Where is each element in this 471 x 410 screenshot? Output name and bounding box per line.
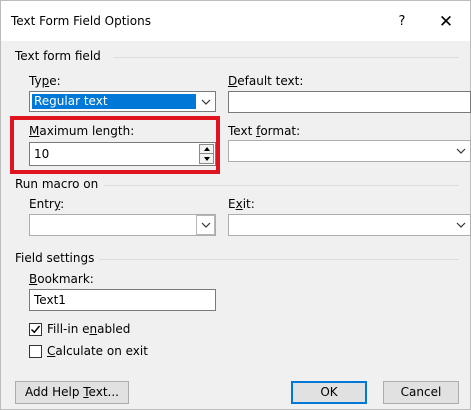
- entry-macro-select[interactable]: [29, 214, 216, 236]
- section-label-text-form-field: Text form field: [15, 49, 101, 63]
- dialog-title: Text Form Field Options: [11, 14, 151, 28]
- ok-button[interactable]: OK: [291, 381, 367, 404]
- exit-macro-select[interactable]: [228, 214, 471, 236]
- section-label-run-macro: Run macro on: [15, 177, 99, 191]
- type-select[interactable]: Regular text: [29, 91, 216, 112]
- help-button[interactable]: ?: [391, 11, 413, 33]
- section-label-field-settings: Field settings: [15, 251, 95, 265]
- spin-down-button[interactable]: [200, 154, 213, 163]
- section-divider: [99, 259, 459, 260]
- add-help-text-button[interactable]: Add Help Text...: [15, 381, 129, 404]
- chevron-down-icon: [456, 148, 466, 154]
- calculate-on-exit-label: Calculate on exit: [47, 344, 148, 358]
- arrow-down-icon: [203, 156, 210, 161]
- text-format-label: Text format:: [228, 124, 301, 138]
- bookmark-input[interactable]: Text1: [29, 289, 216, 311]
- exit-label: Exit:: [228, 197, 255, 211]
- default-text-input[interactable]: [228, 91, 471, 113]
- calculate-on-exit-checkbox[interactable]: [29, 345, 42, 358]
- close-button[interactable]: ✕: [433, 10, 459, 34]
- type-label: Type:: [29, 74, 61, 88]
- maximum-length-value: 10: [34, 147, 50, 161]
- type-selected-value: Regular text: [32, 94, 197, 109]
- checkmark-icon: [30, 325, 41, 334]
- cancel-button[interactable]: Cancel: [383, 381, 459, 404]
- fill-in-enabled-label: Fill-in enabled: [47, 322, 131, 336]
- maximum-length-label: Maximum length:: [29, 124, 135, 138]
- text-format-select[interactable]: [228, 140, 471, 162]
- text-format-dropdown-button[interactable]: [451, 141, 470, 161]
- maximum-length-input[interactable]: 10: [29, 142, 216, 166]
- fill-in-enabled-checkbox[interactable]: [29, 323, 42, 336]
- text-form-field-options-dialog: Text Form Field Options ? ✕ Text form fi…: [0, 0, 471, 410]
- type-dropdown-button[interactable]: [196, 92, 215, 111]
- spin-up-button[interactable]: [200, 145, 213, 154]
- title-bar: Text Form Field Options ? ✕: [1, 1, 470, 41]
- chevron-down-icon: [201, 99, 211, 105]
- section-divider: [113, 57, 459, 58]
- entry-label: Entry:: [29, 197, 65, 211]
- arrow-up-icon: [203, 147, 210, 151]
- section-divider: [104, 185, 459, 186]
- exit-dropdown-button[interactable]: [451, 215, 470, 235]
- bookmark-label: Bookmark:: [29, 272, 94, 286]
- entry-dropdown-button[interactable]: [196, 215, 215, 235]
- chevron-down-icon: [456, 222, 466, 228]
- chevron-down-icon: [201, 222, 210, 228]
- maximum-length-spinner[interactable]: [199, 144, 214, 164]
- default-text-label: Default text:: [228, 74, 304, 88]
- bookmark-value: Text1: [34, 293, 66, 307]
